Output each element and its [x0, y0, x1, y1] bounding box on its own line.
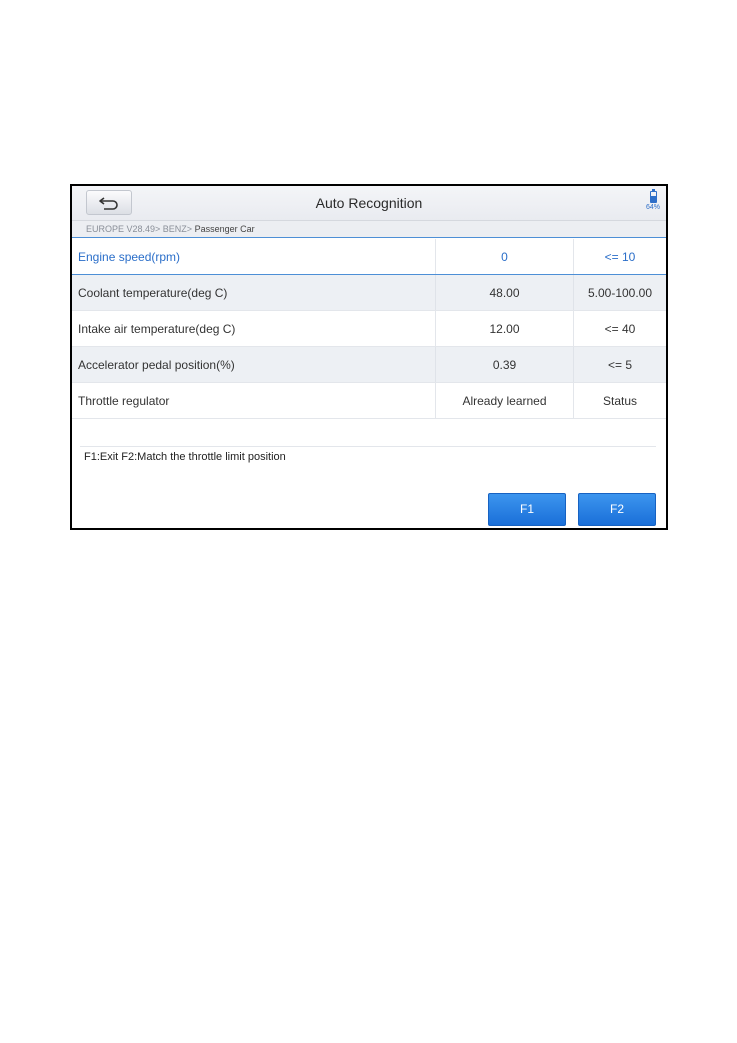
data-stream-table: Engine speed(rpm) 0 <= 10 Coolant temper… [72, 239, 666, 419]
page-title: Auto Recognition [315, 195, 423, 211]
row-name: Accelerator pedal position(%) [72, 347, 436, 382]
row-name: Intake air temperature(deg C) [72, 311, 436, 346]
breadcrumb-path[interactable]: EUROPE V28.49> BENZ> [86, 224, 195, 234]
row-range: <= 40 [604, 321, 636, 336]
table-row[interactable]: Throttle regulator Already learned Statu… [72, 383, 666, 419]
row-value: 48.00 [436, 275, 574, 310]
breadcrumb-current: Passenger Car [194, 224, 255, 234]
f1-button[interactable]: F1 [488, 493, 566, 526]
battery-indicator: 64% [644, 189, 662, 216]
table-row[interactable]: Accelerator pedal position(%) 0.39 <= 5 [72, 347, 666, 383]
row-name: Throttle regulator [72, 383, 436, 418]
breadcrumb: EUROPE V28.49> BENZ> Passenger Car [72, 221, 666, 238]
table-row[interactable]: Engine speed(rpm) 0 <= 10 [72, 239, 666, 275]
row-value: 0 [436, 239, 574, 274]
row-range: <= 10 [604, 249, 636, 264]
row-name: Coolant temperature(deg C) [72, 275, 436, 310]
row-range: Status [602, 393, 638, 408]
row-range: <= 5 [607, 357, 633, 372]
table-row[interactable]: Intake air temperature(deg C) 12.00 <= 4… [72, 311, 666, 347]
function-hint-text: F1:Exit F2:Match the throttle limit posi… [80, 446, 656, 468]
title-bar: Auto Recognition 64% [72, 186, 666, 221]
back-arrow-icon [99, 196, 118, 210]
row-range: 5.00-100.00 [587, 285, 653, 300]
row-value: 0.39 [436, 347, 574, 382]
row-value: Already learned [436, 383, 574, 418]
row-value: 12.00 [436, 311, 574, 346]
battery-percent: 64% [645, 204, 660, 211]
table-row[interactable]: Coolant temperature(deg C) 48.00 5.00-10… [72, 275, 666, 311]
f2-button[interactable]: F2 [578, 493, 656, 526]
diagnostic-screen: Auto Recognition 64% EUROPE V28.49> BENZ… [70, 184, 668, 530]
row-name: Engine speed(rpm) [72, 239, 436, 274]
back-button[interactable] [86, 190, 132, 215]
battery-icon [649, 189, 657, 203]
